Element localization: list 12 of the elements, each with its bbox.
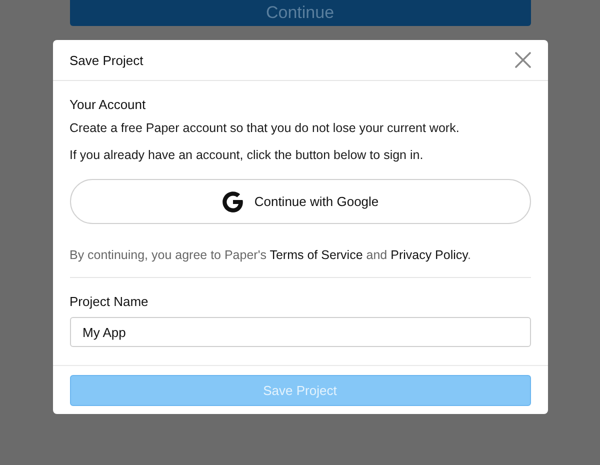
google-sign-in-button[interactable]: Continue with Google [70, 179, 530, 224]
body-text: Create a free Paper account so that you do not lose your current work. [70, 120, 460, 137]
section-heading: Your Account [70, 97, 147, 112]
dialog-title: Save Project [70, 52, 144, 68]
body-text: If you already have an account, click the button below to sign in. [70, 147, 424, 164]
field-label: Project Name [70, 294, 150, 309]
policy-link[interactable]: Terms of Service [270, 248, 363, 262]
g-logo-icon [221, 190, 246, 214]
close-icon[interactable] [514, 52, 530, 68]
terms-text: By continuing, you agree to Paper's Terms of Service and Privacy Policy. [70, 247, 472, 264]
policy-link[interactable]: Privacy Policy [390, 248, 468, 262]
project-name-field[interactable]: My App [70, 317, 530, 347]
